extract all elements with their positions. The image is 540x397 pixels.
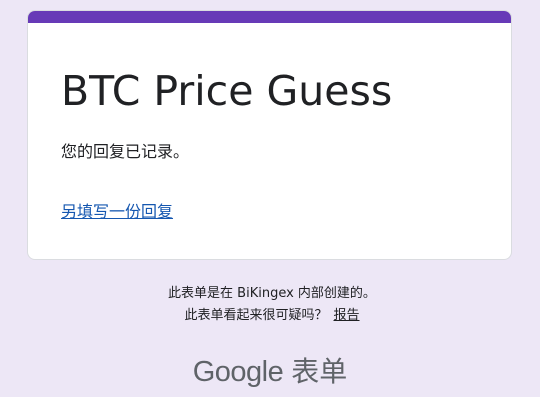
report-link[interactable]: 报告 (334, 308, 360, 323)
google-forms-logo[interactable]: Google 表单 (0, 352, 540, 392)
form-title: BTC Price Guess (61, 67, 393, 115)
submit-another-response-link[interactable]: 另填写一份回复 (61, 200, 173, 224)
google-wordmark: Google (192, 356, 284, 388)
forms-wordmark: 表单 (291, 355, 348, 388)
card-accent-bar (28, 11, 511, 23)
footer-suspicious-text: 此表单看起来很可疑吗？ (184, 308, 328, 323)
footer-created-in-text: 此表单是在 BiKingex 内部创建的。 (168, 286, 376, 301)
confirmation-message: 您的回复已记录。 (61, 142, 190, 161)
form-card: BTC Price Guess 您的回复已记录。 另填写一份回复 (27, 10, 512, 260)
footer-report-row: 此表单看起来很可疑吗？ 报告 (0, 306, 540, 326)
